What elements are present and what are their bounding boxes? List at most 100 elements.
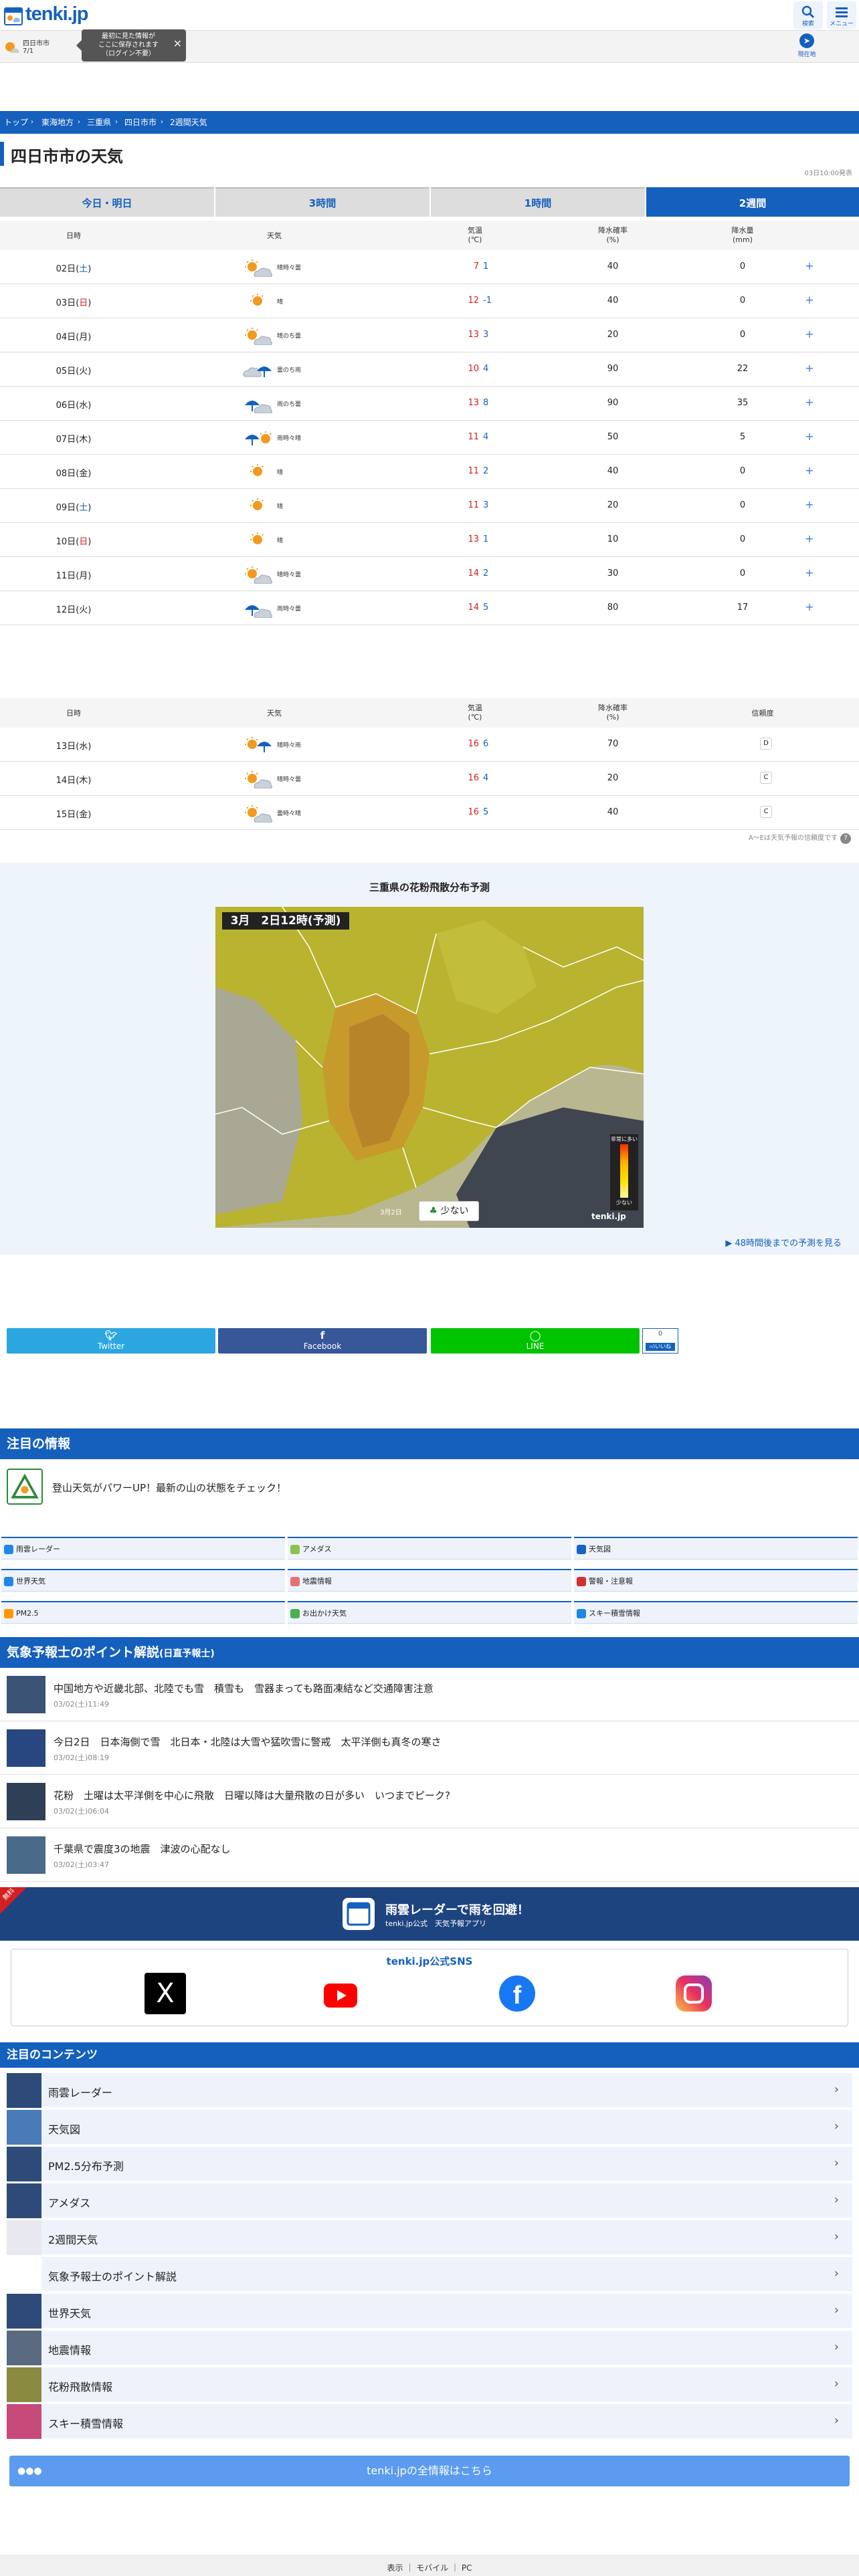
share-facebook-button[interactable]: f Facebook [218, 1328, 427, 1354]
pollen-map[interactable] [215, 907, 644, 1228]
row-date-dow: 金 [79, 469, 88, 479]
expand-plus-icon[interactable]: + [803, 498, 816, 511]
breadcrumb-item[interactable]: 四日市市 [124, 116, 157, 128]
content-item[interactable]: 気象予報士のポイント解説 › [7, 2257, 852, 2292]
col-temp: 気温 (℃) [442, 704, 508, 722]
instagram-icon[interactable] [676, 1975, 712, 2012]
youtube-icon[interactable] [324, 1983, 357, 2008]
content-item[interactable]: 世界天気 › [7, 2294, 852, 2329]
expand-plus-icon[interactable]: + [803, 566, 816, 579]
close-icon[interactable]: × [173, 38, 182, 49]
row-date-dow: 土 [79, 264, 88, 274]
like-button[interactable]: 0 👍︎いいね [642, 1328, 678, 1354]
breadcrumb-item-current: 2週間天気 [170, 118, 207, 127]
nav-grid-item[interactable]: 地震情報 [288, 1569, 571, 1592]
article-thumbnail [7, 1836, 45, 1874]
article-item[interactable]: 千葉県で震度3の地震 津波の心配なし 03/02(土)03:47 [0, 1828, 859, 1882]
forecaster-heading: 気象予報士のポイント解説(日直予報士) [0, 1637, 859, 1668]
pollen-more-text: 48時間後までの予測を見る [735, 1239, 842, 1249]
sun-rain-icon [245, 737, 272, 752]
expand-plus-icon[interactable]: + [803, 294, 816, 306]
breadcrumb-item[interactable]: 三重県 [87, 116, 111, 128]
content-label: 花粉飛散情報 [48, 2381, 113, 2393]
content-item[interactable]: アメダス › [7, 2183, 852, 2218]
row-reliability: C [756, 806, 776, 818]
expand-plus-icon[interactable]: + [803, 259, 816, 272]
content-item[interactable]: 花粉飛散情報 › [7, 2367, 852, 2402]
content-item[interactable]: スキー積雪情報 › [7, 2404, 852, 2439]
article-item[interactable]: 花粉 土曜は太平洋側を中心に飛散 日曜以降は大量飛散の日が多い いつまでピーク?… [0, 1775, 859, 1828]
help-icon[interactable]: ? [840, 833, 851, 844]
content-item[interactable]: 天気図 › [7, 2110, 852, 2145]
article-item[interactable]: 中国地方や近畿北部、北陸でも雪 積雪も 雪器まっても路面凍結など交通障害注意 03… [0, 1668, 859, 1721]
row-pop: 40 [607, 466, 619, 476]
col-reliability: 信頼度 [751, 709, 774, 718]
caret-right-icon: ▶ [725, 1239, 735, 1249]
col-date: 日時 [66, 231, 81, 240]
nav-grid-label: 地震情報 [302, 1577, 332, 1586]
nav-grid-item[interactable]: PM2.5 [1, 1601, 285, 1624]
radar-app-banner[interactable]: 無料 雨雲レーダーで雨を回避！ tenki.jp公式 天気予報アプリ [0, 1887, 859, 1941]
sun-icon [250, 464, 264, 476]
nav-grid-item[interactable]: アメダス [288, 1537, 571, 1560]
row-date-day: 12日 [56, 605, 76, 615]
tab-today-tomorrow[interactable]: 今日・明日 [0, 187, 214, 217]
tab-1hour[interactable]: 1時間 [431, 187, 645, 217]
expand-plus-icon[interactable]: + [803, 430, 816, 443]
content-thumbnail [7, 2257, 41, 2292]
notice-link[interactable]: 登山天気がパワーUP！最新の山の状態をチェック！ [52, 1481, 286, 1495]
tab-2week[interactable]: 2週間 [646, 187, 859, 217]
content-item[interactable]: 雨雲レーダー › [7, 2073, 852, 2108]
content-item[interactable]: 地震情報 › [7, 2331, 852, 2365]
content-label: スキー積雪情報 [48, 2418, 124, 2430]
expand-plus-icon[interactable]: + [803, 362, 816, 374]
content-item[interactable]: 2週間天気 › [7, 2220, 852, 2255]
row-precip: 17 [737, 603, 749, 613]
saved-location-name[interactable]: 四日市市 [23, 37, 50, 47]
sun-cloud-icon [245, 259, 272, 277]
nav-grid-item[interactable]: 警報・注意報 [574, 1569, 858, 1592]
expand-plus-icon[interactable]: + [803, 601, 816, 613]
nav-grid-item[interactable]: 雨雲レーダー [1, 1537, 285, 1560]
map-legend-level: ♣ 少ない [419, 1201, 479, 1221]
scale-bottom-label: 少ない [616, 1200, 632, 1206]
x-icon[interactable]: X [145, 1973, 186, 2014]
tab-3hour[interactable]: 3時間 [215, 187, 430, 217]
nav-grid-item[interactable]: お出かけ天気 [288, 1601, 571, 1624]
current-location-button[interactable]: ➤ 現在地 [793, 32, 820, 62]
row-weather-text: 晴 [277, 469, 284, 476]
nav-grid-item[interactable]: 世界天気 [1, 1569, 285, 1592]
sun-cloud-icon [245, 328, 272, 345]
nav-grid-item[interactable]: 天気図 [574, 1537, 858, 1560]
facebook-icon[interactable]: f [499, 1975, 535, 2012]
article-item[interactable]: 今日2日 日本海側で雪 北日本・北陸は大雪や猛吹雪に警戒 太平洋側も真冬の寒さ 0… [0, 1721, 859, 1775]
logo-icon[interactable] [4, 5, 23, 25]
search-button[interactable]: 検索 [793, 1, 823, 29]
logo-text[interactable]: tenki.jp [25, 3, 89, 25]
menu-button[interactable]: メニュー [827, 1, 856, 29]
share-line-button[interactable]: ◯ LINE [431, 1328, 640, 1354]
all-info-button[interactable]: ●●● tenki.jpの全情報はこちら [9, 2456, 850, 2486]
breadcrumb-item[interactable]: 東海地方 [41, 116, 74, 128]
row-temp-high: 11 [468, 500, 479, 510]
expand-plus-icon[interactable]: + [803, 328, 816, 340]
row-weather-text: 晴時々曇 [277, 572, 302, 578]
row-temp-low: 3 [483, 500, 489, 510]
expand-plus-icon[interactable]: + [803, 532, 816, 545]
pollen-icon: ♣ [429, 1206, 438, 1216]
row-pop: 90 [607, 364, 619, 374]
footer-mobile-link[interactable]: モバイル [416, 2563, 448, 2573]
expand-plus-icon[interactable]: + [803, 464, 816, 477]
row-weather-text: 曇のち雨 [277, 367, 302, 374]
share-twitter-button[interactable]: 🐦︎ Twitter [7, 1328, 215, 1354]
forecaster-heading-sub: (日直予報士) [159, 1648, 215, 1659]
content-thumbnail [7, 2404, 41, 2439]
pollen-more-link[interactable]: ▶ 48時間後までの予測を見る [725, 1236, 842, 1249]
row-weather-text: 曇時々晴 [277, 811, 302, 817]
content-item[interactable]: PM2.5分布予測 › [7, 2147, 852, 2181]
col-weather: 天気 [267, 231, 282, 240]
expand-plus-icon[interactable]: + [803, 396, 816, 409]
nav-grid-item[interactable]: スキー積雪情報 [574, 1601, 858, 1624]
footer-pc-link[interactable]: PC [462, 2563, 472, 2573]
breadcrumb-item[interactable]: トップ [4, 116, 28, 128]
